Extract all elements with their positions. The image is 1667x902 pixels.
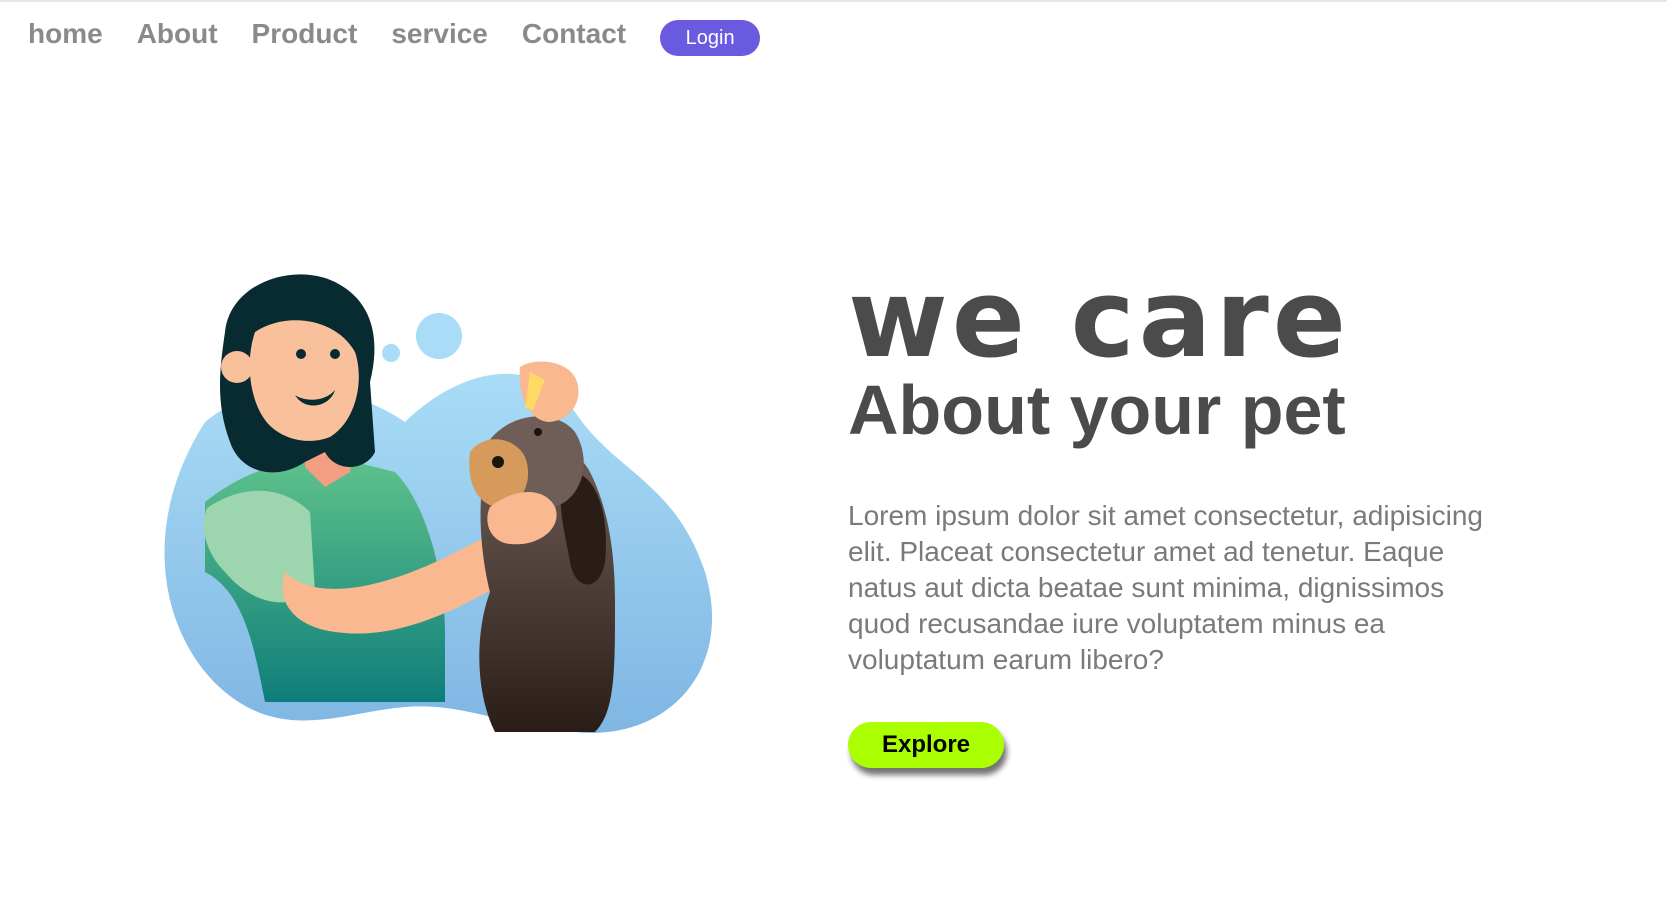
explore-button[interactable]: Explore <box>848 722 1004 768</box>
nav-link-contact[interactable]: Contact <box>522 16 626 52</box>
illustration-svg <box>164 274 713 733</box>
nav-link-product[interactable]: Product <box>252 16 358 52</box>
eye-right <box>330 349 340 359</box>
eye-left <box>296 349 306 359</box>
page: home About Product service Contact Login <box>0 0 1667 902</box>
hero-section: we care About your pet Lorem ipsum dolor… <box>848 257 1548 768</box>
nav-link-home[interactable]: home <box>28 16 103 52</box>
hero-description: Lorem ipsum dolor sit amet consectetur, … <box>848 500 1483 675</box>
bubble-large <box>416 313 462 359</box>
dog-nose <box>492 456 504 468</box>
hero-subheadline: About your pet <box>848 371 1346 449</box>
top-nav: home About Product service Contact Login <box>28 16 761 56</box>
nav-link-service[interactable]: service <box>391 16 488 52</box>
login-button[interactable]: Login <box>660 20 761 56</box>
nav-link-about[interactable]: About <box>137 16 218 52</box>
dog-eye <box>534 428 542 436</box>
ear <box>221 351 253 383</box>
bubble-small <box>382 344 400 362</box>
vet-with-dog-illustration <box>145 272 745 792</box>
hero-headline: we care <box>848 257 1351 382</box>
